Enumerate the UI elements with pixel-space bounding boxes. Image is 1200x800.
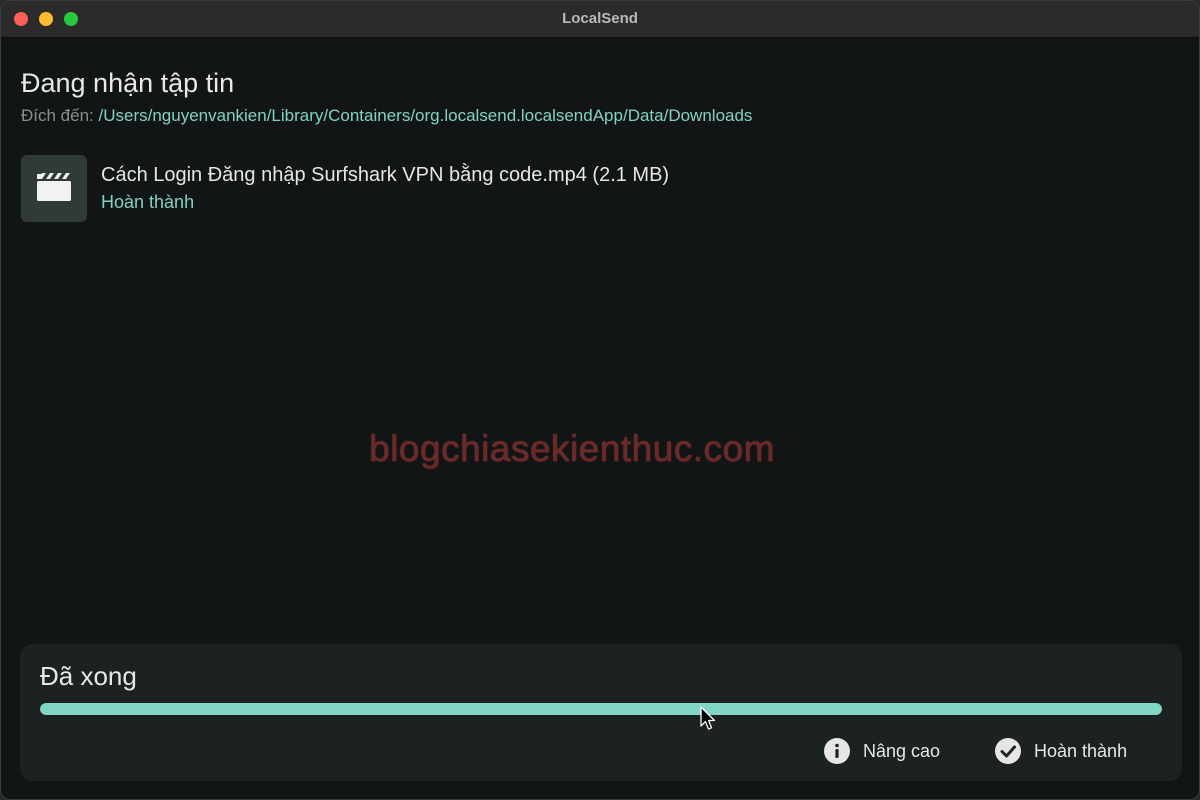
main-content: Đang nhận tập tin Đích đến: /Users/nguye… [1,38,1199,799]
app-window: LocalSend Đang nhận tập tin Đích đến: /U… [0,0,1200,800]
destination-line: Đích đến: /Users/nguyenvankien/Library/C… [21,106,752,126]
watermark-text: blogchiasekienthuc.com [369,428,775,469]
advanced-button[interactable]: Nâng cao [823,736,940,766]
window-title: LocalSend [562,10,638,27]
file-name: Cách Login Đăng nhập Surfshark VPN bằng … [101,164,670,186]
title-bar: LocalSend [1,1,1199,38]
file-thumbnail [21,155,87,222]
destination-path-link[interactable]: /Users/nguyenvankien/Library/Containers/… [99,106,753,125]
mouse-pointer-icon [700,706,716,730]
advanced-button-label: Nâng cao [863,740,941,761]
progress-bar-fill [40,703,1162,715]
done-button[interactable]: Hoàn thành [994,736,1127,766]
file-status: Hoàn thành [101,192,195,212]
video-clapperboard-icon [37,173,71,201]
progress-bar [40,703,1162,715]
progress-panel: Đã xong Nâng cao Hoàn thành [20,644,1182,781]
destination-label: Đích đến: [21,106,94,125]
file-list-item: Cách Login Đăng nhập Surfshark VPN bằng … [21,155,1121,223]
page-title: Đang nhận tập tin [21,68,235,98]
done-button-label: Hoàn thành [1034,740,1128,761]
check-circle-icon [995,738,1021,764]
progress-status-title: Đã xong [40,661,137,691]
info-icon [824,738,850,764]
